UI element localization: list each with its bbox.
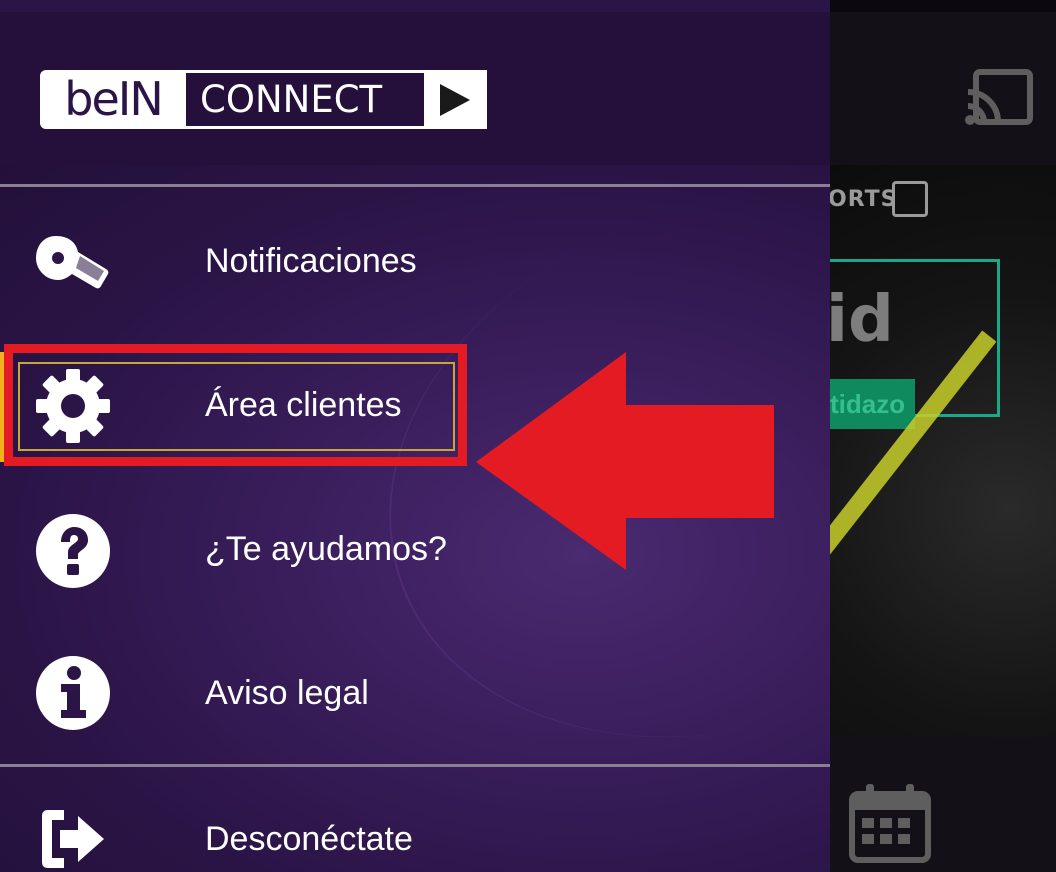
sports-logo-box <box>892 181 928 217</box>
hero-badge: tidazo <box>820 379 916 429</box>
calendar-icon[interactable] <box>848 780 932 864</box>
divider-bottom <box>0 764 830 767</box>
hero-title-fragment: id <box>826 283 894 357</box>
annotation-arrow-icon <box>476 352 774 570</box>
question-circle-icon <box>36 514 110 588</box>
logout-icon <box>42 810 104 868</box>
logo-bein-text: beIN <box>40 70 186 129</box>
menu-label-notificaciones: Notificaciones <box>205 242 417 280</box>
menu-label-desconectate: Desconéctate <box>205 820 413 858</box>
cast-icon[interactable] <box>964 68 1034 126</box>
whistle-icon <box>36 236 109 289</box>
divider-top <box>0 184 830 187</box>
menu-item-notificaciones[interactable]: Notificaciones <box>0 198 830 326</box>
menu-label-te-ayudamos: ¿Te ayudamos? <box>205 530 447 568</box>
menu-item-desconectate[interactable]: Desconéctate <box>0 776 830 872</box>
menu-label-aviso-legal: Aviso legal <box>205 674 369 712</box>
bein-connect-logo: beIN CONNECT <box>40 70 487 129</box>
focus-outline <box>18 362 455 451</box>
screen: ORTS id tidazo beIN CONNECT Notificacion… <box>0 0 1056 872</box>
play-icon <box>424 70 487 129</box>
hero-banner[interactable]: ORTS id tidazo <box>820 165 1056 737</box>
info-circle-icon <box>36 656 110 730</box>
drawer-header: beIN CONNECT <box>0 12 830 165</box>
menu-item-aviso-legal[interactable]: Aviso legal <box>0 630 830 758</box>
